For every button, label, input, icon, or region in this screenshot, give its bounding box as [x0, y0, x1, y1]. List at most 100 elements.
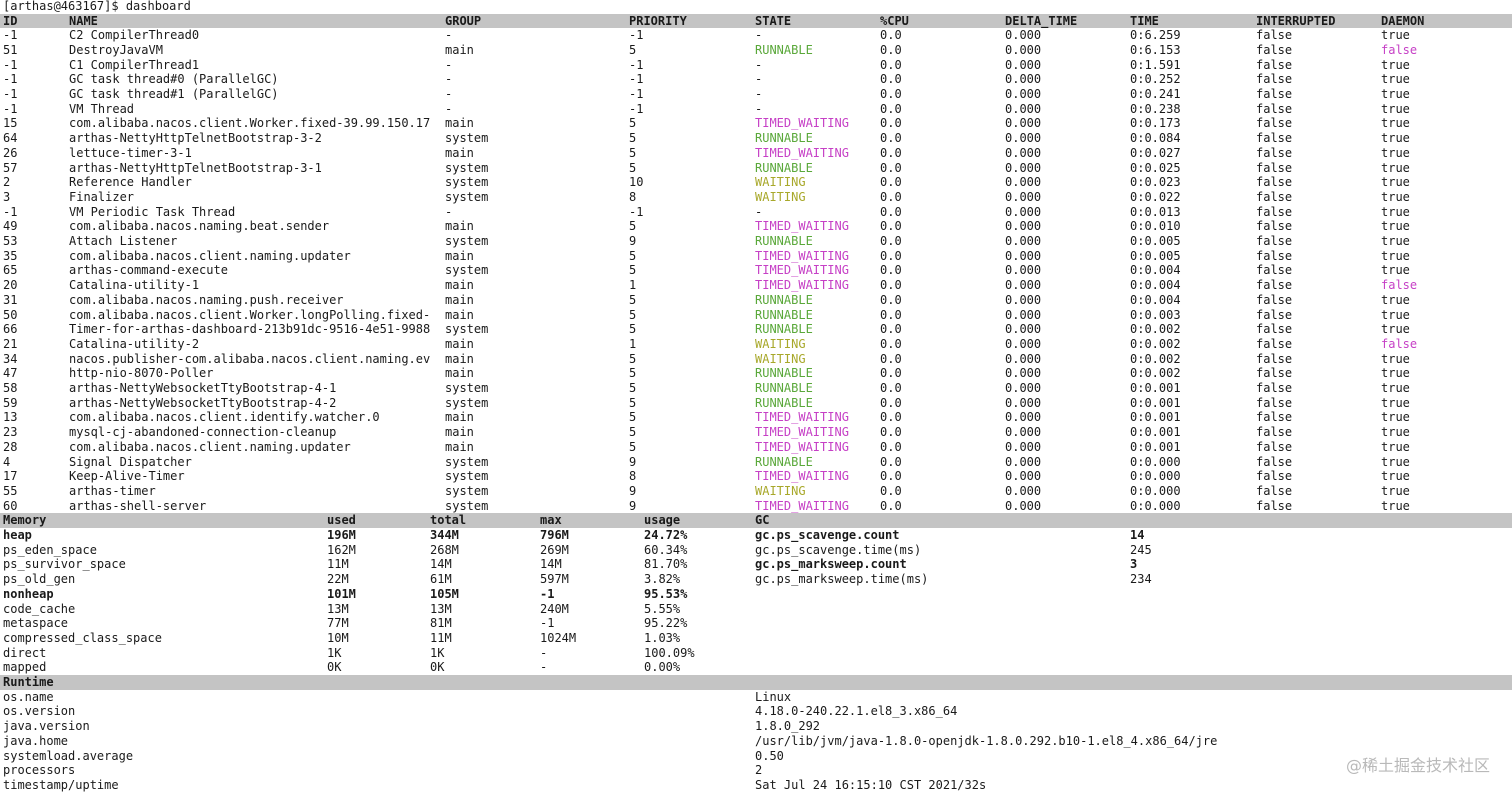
thread-row[interactable]: 20 Catalina-utility-1 main 1 TIMED_WAITING 0.… — [0, 278, 1512, 293]
thread-row[interactable]: 49 com.alibaba.nacos.naming.beat.sender ma… — [0, 219, 1512, 234]
thread-cell: main — [445, 219, 474, 234]
thread-cell: system — [445, 395, 489, 410]
thread-row[interactable]: 26 lettuce-timer-3-1 main 5 TIMED_WAITING 0.0… — [0, 146, 1512, 161]
thread-cell: DestroyJavaVM — [69, 42, 163, 57]
thread-row[interactable]: 64 arthas-NettyHttpTelnetBootstrap-3-2 sys… — [0, 131, 1512, 146]
gc-cell: gc.ps_scavenge.count — [755, 528, 900, 542]
memory-cell: 3.82% — [644, 572, 681, 587]
thread-row[interactable]: 59 arthas-NettyWebsocketTtyBootstrap-4-2 s… — [0, 396, 1512, 411]
thread-row[interactable]: 3 Finalizer system 8 WAITING 0.0 0.000 0:0.022 f… — [0, 190, 1512, 205]
thread-cell: 9 — [629, 498, 637, 513]
thread-row[interactable]: -1 GC task thread#0 (ParallelGC) - -1 - 0.0 0.… — [0, 72, 1512, 87]
thread-cell: -1 — [629, 28, 644, 43]
memory-cell: 14M — [540, 557, 562, 572]
runtime-cell: java.home — [3, 733, 69, 748]
thread-row[interactable]: 53 Attach Listener system 9 RUNNABLE 0.0 0.000… — [0, 234, 1512, 249]
thread-row[interactable]: -1 C2 CompilerThread0 - -1 - 0.0 0.000 0:6.259 f… — [0, 28, 1512, 43]
thread-row[interactable]: -1 C1 CompilerThread1 - -1 - 0.0 0.000 0:1.591 f… — [0, 58, 1512, 73]
memory-row: direct 1K 1K - 100.09% — [0, 646, 1512, 661]
column-header: TIME — [1130, 13, 1159, 28]
thread-cell: -1 — [3, 101, 18, 116]
thread-cell: true — [1381, 454, 1410, 469]
thread-row[interactable]: -1 GC task thread#1 (ParallelGC) - -1 - 0.0 0.… — [0, 87, 1512, 102]
memory-row: code_cache 13M 13M 240M 5.55% — [0, 602, 1512, 617]
thread-cell: 0.0 — [880, 189, 902, 204]
column-header: NAME — [69, 13, 98, 28]
thread-row[interactable]: 57 arthas-NettyHttpTelnetBootstrap-3-1 sys… — [0, 161, 1512, 176]
runtime-cell: Linux — [755, 689, 792, 704]
thread-cell: true — [1381, 351, 1410, 366]
thread-cell: false — [1256, 498, 1293, 513]
thread-row[interactable]: 34 nacos.publisher-com.alibaba.nacos.clie… — [0, 352, 1512, 367]
thread-state: TIMED_WAITING — [755, 219, 849, 234]
thread-cell: 0.0 — [880, 101, 902, 116]
thread-cell: false — [1256, 131, 1293, 146]
thread-cell: main — [445, 336, 474, 351]
thread-row[interactable]: 28 com.alibaba.nacos.client.naming.update… — [0, 440, 1512, 455]
runtime-cell: timestamp/uptime — [3, 777, 119, 792]
thread-row[interactable]: 4 Signal Dispatcher system 9 RUNNABLE 0.0 0.00… — [0, 455, 1512, 470]
thread-cell: false — [1256, 425, 1293, 440]
thread-cell: 0:0.000 — [1130, 483, 1181, 498]
thread-state: RUNNABLE — [755, 292, 813, 307]
thread-cell: true — [1381, 175, 1410, 190]
thread-row[interactable]: 17 Keep-Alive-Timer system 8 TIMED_WAITING 0.… — [0, 469, 1512, 484]
thread-cell: 0:0.001 — [1130, 425, 1181, 440]
thread-cell: true — [1381, 483, 1410, 498]
thread-row[interactable]: 47 http-nio-8070-Poller main 5 RUNNABLE 0.0 0.… — [0, 366, 1512, 381]
thread-row[interactable]: 50 com.alibaba.nacos.client.Worker.longPo… — [0, 308, 1512, 323]
thread-row[interactable]: 65 arthas-command-execute system 5 TIMED_WAI… — [0, 263, 1512, 278]
memory-cell: 100.09% — [644, 645, 695, 660]
thread-cell: 0.000 — [1005, 469, 1042, 484]
thread-cell: false — [1256, 175, 1293, 190]
thread-cell: 9 — [629, 234, 637, 248]
thread-cell: 59 — [3, 395, 18, 410]
thread-cell: -1 — [3, 72, 18, 87]
thread-state: RUNNABLE — [755, 454, 813, 469]
column-header: PRIORITY — [629, 13, 687, 28]
thread-row[interactable]: 60 arthas-shell-server system 9 TIMED_WAITIN… — [0, 499, 1512, 514]
thread-cell: arthas-NettyWebsocketTtyBootstrap-4-2 — [69, 395, 337, 410]
thread-cell: arthas-NettyHttpTelnetBootstrap-3-1 — [69, 160, 322, 175]
thread-row[interactable]: 21 Catalina-utility-2 main 1 WAITING 0.0 0.000… — [0, 337, 1512, 352]
thread-cell: 0.000 — [1005, 322, 1042, 337]
thread-state: TIMED_WAITING — [755, 439, 849, 454]
thread-cell: 0.0 — [880, 307, 902, 322]
thread-row[interactable]: 13 com.alibaba.nacos.client.identify.watc… — [0, 410, 1512, 425]
thread-cell: 5 — [629, 307, 637, 322]
thread-cell: system — [445, 498, 489, 513]
thread-cell: false — [1256, 87, 1293, 101]
thread-cell: true — [1381, 116, 1410, 131]
thread-row[interactable]: 35 com.alibaba.nacos.client.naming.update… — [0, 249, 1512, 264]
thread-cell: false — [1256, 307, 1293, 322]
thread-cell: 0:0.022 — [1130, 189, 1181, 204]
thread-cell: true — [1381, 263, 1410, 278]
thread-cell: -1 — [629, 57, 644, 72]
thread-cell: 0:0.002 — [1130, 322, 1181, 337]
thread-row[interactable]: 55 arthas-timer system 9 WAITING 0.0 0.000 0:0.… — [0, 484, 1512, 499]
thread-state: - — [755, 204, 763, 219]
thread-row[interactable]: 31 com.alibaba.nacos.naming.push.receiver… — [0, 293, 1512, 308]
thread-cell: false — [1256, 351, 1293, 366]
thread-cell: main — [445, 307, 474, 322]
thread-row[interactable]: -1 VM Thread - -1 - 0.0 0.000 0:0.238 false true — [0, 102, 1512, 117]
thread-cell: Reference Handler — [69, 175, 192, 190]
thread-cell: 0.000 — [1005, 351, 1042, 366]
thread-cell: true — [1381, 131, 1410, 146]
memory-cell: 14M — [430, 557, 452, 572]
thread-cell: 5 — [629, 381, 637, 395]
memory-cell: - — [540, 645, 548, 660]
thread-cell: true — [1381, 248, 1410, 263]
thread-row[interactable]: -1 VM Periodic Task Thread - -1 - 0.0 0.000 0:0… — [0, 205, 1512, 220]
thread-row[interactable]: 23 mysql-cj-abandoned-connection-cleanup m… — [0, 425, 1512, 440]
thread-row[interactable]: 58 arthas-NettyWebsocketTtyBootstrap-4-1 s… — [0, 381, 1512, 396]
thread-row[interactable]: 2 Reference Handler system 10 WAITING 0.0 0.00… — [0, 175, 1512, 190]
thread-cell: - — [445, 204, 453, 219]
thread-cell: -1 — [3, 28, 18, 43]
thread-cell: 5 — [629, 410, 637, 425]
thread-cell: 66 — [3, 322, 18, 337]
thread-row[interactable]: 15 com.alibaba.nacos.client.Worker.fixed-… — [0, 116, 1512, 131]
thread-row[interactable]: 66 Timer-for-arthas-dashboard-213b91dc-95… — [0, 322, 1512, 337]
thread-row[interactable]: 51 DestroyJavaVM main 5 RUNNABLE 0.0 0.000 0:6.… — [0, 43, 1512, 58]
thread-state: TIMED_WAITING — [755, 425, 849, 440]
